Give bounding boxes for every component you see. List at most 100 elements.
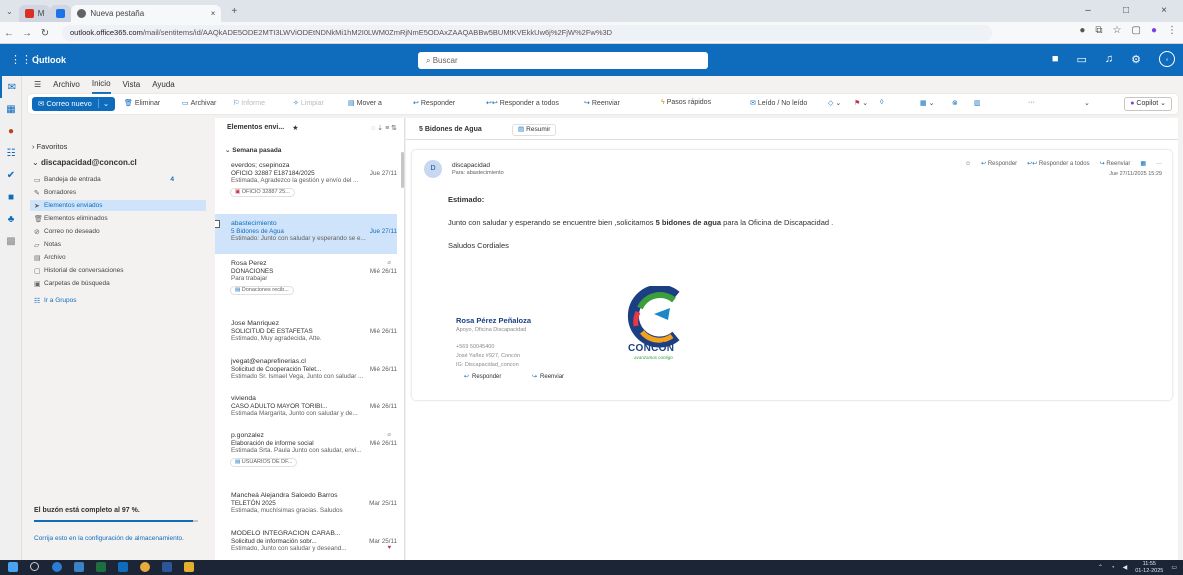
extension-icon[interactable]: ⧉ xyxy=(1095,25,1102,36)
storage-settings-link[interactable]: Corrija esto en la configuración de alma… xyxy=(34,534,204,543)
folder-deleted[interactable]: 🗑 Elementos eliminados xyxy=(34,213,204,224)
filter-icon[interactable]: ⇣ xyxy=(377,125,383,132)
list-item[interactable]: ⌀ p.gonzalez Elaboración de informe soci… xyxy=(215,432,397,467)
chevron-up-icon[interactable]: ⌃ xyxy=(1098,564,1103,571)
excel-icon[interactable] xyxy=(96,562,106,572)
store-icon[interactable] xyxy=(74,562,84,572)
teams-icon[interactable]: ■ xyxy=(1052,53,1059,65)
group-header[interactable]: ⌄ Semana pasada xyxy=(225,146,281,154)
todo-icon[interactable]: ✔ xyxy=(0,164,22,186)
folder-drafts[interactable]: ✎ Borradores xyxy=(34,187,204,198)
move-to-button[interactable]: ▤ Mover a xyxy=(348,99,382,107)
summarize-button[interactable]: ▤ Resumir xyxy=(512,124,557,136)
close-tab-icon[interactable]: × xyxy=(211,9,216,18)
wifi-icon[interactable]: ◔ xyxy=(1111,565,1115,571)
people-icon[interactable]: ● xyxy=(0,120,22,142)
reply-button[interactable]: ↩ Responder xyxy=(413,99,455,107)
attachment-chip[interactable]: ▣ OFICIO 32887 25... xyxy=(230,187,295,197)
forward-action[interactable]: ↪ Reenviar xyxy=(1100,160,1131,167)
windows-start-icon[interactable] xyxy=(8,562,18,572)
browser-menu-icon[interactable]: ⋮ xyxy=(1167,25,1177,36)
browser-tab-gmail[interactable]: M xyxy=(18,5,51,22)
folder-junk[interactable]: ⊘ Correo no deseado xyxy=(34,226,204,237)
search-input[interactable]: ⌕ Buscar xyxy=(418,52,708,69)
list-item[interactable]: jvegat@enaprefinerias.cl Solicitud de Co… xyxy=(215,358,397,381)
tag-button[interactable]: ◇ ⌄ xyxy=(828,99,841,107)
archive-button[interactable]: ▭ Archivar xyxy=(182,99,216,107)
copilot-button[interactable]: ● Copilot ⌄ xyxy=(1124,97,1172,111)
more-apps-icon[interactable]: ▩ xyxy=(0,230,22,252)
browser-tab-2[interactable] xyxy=(50,5,72,22)
sync-icon[interactable]: ▢ xyxy=(1132,25,1141,36)
folder-sent[interactable]: ➤ Elementos enviados xyxy=(30,200,206,211)
mail-icon[interactable]: ✉ xyxy=(0,76,22,98)
outlook-icon[interactable] xyxy=(118,562,128,572)
forward-icon[interactable]: → xyxy=(18,28,36,39)
folder-archive[interactable]: ▤ Archivo xyxy=(34,252,204,263)
notifications-icon[interactable]: ▭ xyxy=(1171,564,1177,571)
list-item[interactable]: Jose Manriquez SOLICITUD DE ESTAFETAS Mié… xyxy=(215,320,397,343)
emoji-icon[interactable]: ☺ xyxy=(965,161,971,167)
translate-button[interactable]: ⊗ xyxy=(952,99,960,107)
quick-steps-button[interactable]: ϟ Pasos rápidos xyxy=(661,99,711,106)
reply-all-button[interactable]: ↩↩ Responder a todos xyxy=(486,99,559,107)
reload-icon[interactable]: ↻ xyxy=(36,28,54,39)
list-item[interactable]: everdos; csepinoza OFICIO 32887 E187184/… xyxy=(215,162,397,197)
volume-icon[interactable]: ◀ xyxy=(1123,564,1128,571)
profile-icon[interactable]: ● xyxy=(1151,25,1157,36)
browser-tab-new[interactable]: Nueva pestaña × xyxy=(71,5,222,22)
read-unread-button[interactable]: ✉ Leído / No leído xyxy=(750,99,807,107)
close-window-button[interactable]: × xyxy=(1145,0,1183,22)
ribbon-expand-icon[interactable]: ⌄ xyxy=(1084,99,1090,107)
bell-icon[interactable]: ♫ xyxy=(1105,53,1113,65)
url-field[interactable]: outlook.office365.com/mail/sentitems/id/… xyxy=(62,25,992,41)
tab-archivo[interactable]: Archivo xyxy=(53,76,80,93)
gear-icon[interactable]: ⚙ xyxy=(1131,53,1141,66)
tab-actions-icon[interactable]: ⌄ xyxy=(6,7,13,16)
report-button[interactable]: ⚐ Informe xyxy=(233,99,265,107)
reply-action[interactable]: ↩ Responder xyxy=(981,160,1017,167)
more-options-icon[interactable]: ··· xyxy=(1028,99,1035,106)
tab-vista[interactable]: Vista xyxy=(123,76,141,93)
file-explorer-icon[interactable] xyxy=(184,562,194,572)
chat-icon[interactable]: ▭ xyxy=(1076,53,1086,66)
sweep-button[interactable]: ✧ Limpiar xyxy=(293,99,324,107)
sender-name[interactable]: discapacidad xyxy=(452,162,490,169)
tab-ayuda[interactable]: Ayuda xyxy=(152,76,175,93)
edge-icon[interactable] xyxy=(52,562,62,572)
delete-button[interactable]: 🗑 Eliminar xyxy=(124,99,160,107)
reply-button[interactable]: ↩ Responder xyxy=(460,373,505,380)
org-icon[interactable]: ♣ xyxy=(0,208,22,230)
more-icon[interactable]: ··· xyxy=(1156,161,1162,167)
groups-icon[interactable]: ☷ xyxy=(0,142,22,164)
favorite-star-icon[interactable]: ★ xyxy=(292,124,298,132)
select-checkbox[interactable] xyxy=(215,220,220,228)
clock[interactable]: 11:55 01-12-2025 xyxy=(1135,561,1163,574)
minimize-button[interactable]: – xyxy=(1069,0,1107,22)
folder-notes[interactable]: ▱ Notas xyxy=(34,239,204,250)
chrome-icon[interactable] xyxy=(140,562,150,572)
star-icon[interactable]: ☆ xyxy=(1113,25,1122,36)
list-item[interactable]: MODELO INTEGRACION CARAB... Solicitud de… xyxy=(215,530,397,553)
folder-search[interactable]: ▣ Carpetas de búsqueda xyxy=(34,278,204,289)
avatar[interactable]: ◦ xyxy=(1159,51,1175,67)
new-tab-button[interactable]: + xyxy=(231,6,237,17)
forward-button[interactable]: ↪ Reenviar xyxy=(528,373,568,380)
list-item[interactable]: Mancheá Alejandra Salcedo Barros TELETÓN… xyxy=(215,492,397,515)
sort-icon[interactable]: ≡ ⇅ xyxy=(385,125,397,132)
calendar-icon[interactable]: ▦ xyxy=(0,98,22,120)
tab-inicio[interactable]: Inicio xyxy=(91,75,111,94)
select-icon[interactable]: ◌ xyxy=(371,125,375,132)
word-icon[interactable] xyxy=(162,562,172,572)
teams-share-icon[interactable]: ▦ xyxy=(1140,160,1146,167)
folder-inbox[interactable]: ▭ Bandeja de entrada 4 xyxy=(34,174,204,185)
list-item[interactable]: vivienda CASO ADULTO MAYOR TORIBI... Mié … xyxy=(215,395,397,418)
account-header[interactable]: ⌄ discapacidad@concon.cl xyxy=(32,158,137,167)
flag-button[interactable]: ⚑ ⌄ xyxy=(854,99,868,107)
folder-history[interactable]: ▢ Historial de conversaciones xyxy=(34,265,204,276)
avatar[interactable]: D xyxy=(424,160,442,178)
list-item-selected[interactable]: abastecimiento 5 Bidones de Agua Jue 27/1… xyxy=(215,214,397,254)
attachment-chip[interactable]: ▤ USUARIOS DE DF... xyxy=(230,457,298,467)
attachment-chip[interactable]: ▤ Donaciones recib... xyxy=(230,285,294,295)
search-icon[interactable] xyxy=(30,562,39,571)
